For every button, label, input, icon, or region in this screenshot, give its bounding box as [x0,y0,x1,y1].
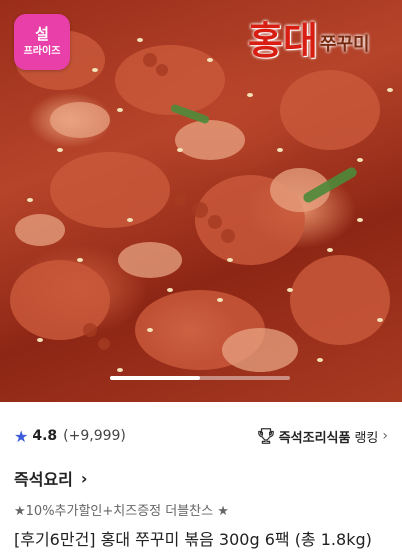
chevron-right-icon: › [80,468,88,488]
brand-logo-sub: 쭈꾸미 [319,34,370,55]
event-badge: 설 프라이즈 [14,14,70,70]
review-count: (+9,999) [63,428,126,444]
badge-line1: 설 [35,25,49,43]
star-icon: ★ [14,426,29,446]
brand-logo: 홍대 쭈꾸미 [248,20,370,62]
brand-logo-main: 홍대 [248,18,318,63]
badge-line2: 프라이즈 [23,46,61,57]
category-ranking-link[interactable]: 즉석조리식품 랭킹 › [257,427,388,446]
gallery-progress [110,376,290,380]
rating[interactable]: ★ 4.8 (+9,999) [14,427,126,446]
ranking-label: 랭킹 [354,430,379,446]
rating-score: 4.8 [32,428,58,444]
chevron-right-icon: › [382,428,388,444]
gallery-progress-fill [110,376,200,380]
category-label: 즉석요리 [14,470,73,489]
ranking-category: 즉석조리식품 [278,430,351,446]
product-info: ★ 4.8 (+9,999) 즉석조리식품 랭킹 › 즉석요리 › ★10%추가… [0,416,402,552]
product-title: [후기6만건] 홍대 쭈꾸미 볶음 300g 6팩 (총 1.8kg) [14,530,372,549]
rating-rank-row: ★ 4.8 (+9,999) 즉석조리식품 랭킹 › [14,416,388,456]
trophy-icon [257,428,274,444]
product-image[interactable]: 설 프라이즈 홍대 쭈꾸미 [0,0,402,402]
category-link[interactable]: 즉석요리 › [14,464,388,492]
promo-text: ★10%추가할인+치즈증정 더블찬스 ★ [14,504,229,519]
